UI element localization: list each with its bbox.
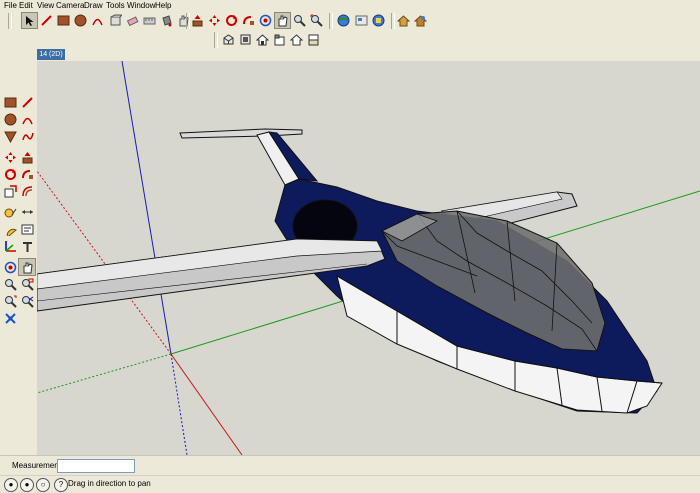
help-icon[interactable]: ? [54,478,68,492]
scene-tab[interactable]: 14 (2D) [37,49,65,60]
main-toolbar [0,11,700,32]
scale-icon[interactable] [2,183,18,199]
move-icon[interactable] [2,149,18,165]
push-pull-icon[interactable] [190,13,205,28]
circle-icon[interactable] [73,13,88,28]
position-camera-icon[interactable] [2,310,18,326]
top-view-icon[interactable] [238,32,253,47]
menu-camera[interactable]: Camera [56,0,84,11]
zoom-icon[interactable] [2,276,18,292]
toolbar-separator [214,32,218,48]
toolbar-separator [391,13,395,29]
component-browser-icon[interactable] [354,13,369,28]
blue-axis-negative [170,353,188,455]
arc-icon[interactable] [90,13,105,28]
move-icon[interactable] [207,13,222,28]
menu-help[interactable]: Help [155,0,171,11]
text-icon[interactable] [19,221,35,237]
menu-bar: File Edit View Camera Draw Tools Window … [0,0,700,11]
rotate-icon[interactable] [2,166,18,182]
menu-file[interactable]: File [4,0,17,11]
large-tool-set [0,90,38,340]
gear-house-icon[interactable] [396,13,411,28]
orbit-icon[interactable] [258,13,273,28]
pan-icon[interactable] [18,258,36,276]
orbit-icon[interactable] [2,259,18,275]
blue-axis [121,61,172,355]
polygon-icon[interactable] [2,128,18,144]
component-icon[interactable] [108,13,123,28]
status-bar: ● ● ○ ? Drag in direction to pan [0,475,700,493]
iso-view-icon[interactable] [221,32,236,47]
line-icon[interactable] [19,94,35,110]
protractor-icon[interactable] [2,221,18,237]
left-view-icon[interactable] [306,32,321,47]
front-view-icon[interactable] [255,32,270,47]
push-pull-icon[interactable] [19,149,35,165]
zoom-window-icon[interactable] [19,276,35,292]
pan-icon[interactable] [274,12,291,29]
drawing-viewport[interactable] [37,61,700,455]
menu-view[interactable]: View [37,0,54,11]
arc-icon[interactable] [19,111,35,127]
offset-icon[interactable] [19,183,35,199]
toolbar-separator [329,13,333,29]
eraser-icon[interactable] [125,13,140,28]
menu-draw[interactable]: Draw [84,0,103,11]
zoom-extents-icon[interactable] [309,13,324,28]
circle-icon[interactable] [2,111,18,127]
warehouse-icon[interactable] [336,13,351,28]
menu-tools[interactable]: Tools [106,0,125,11]
toolbar-separator [8,13,12,29]
status-text: Drag in direction to pan [68,479,151,488]
zoom-extents-icon[interactable] [2,293,18,309]
follow-me-icon[interactable] [241,13,256,28]
previous-view-icon[interactable] [19,293,35,309]
menu-edit[interactable]: Edit [19,0,33,11]
green-axis-negative [37,353,172,394]
right-view-icon[interactable] [272,32,287,47]
menu-window[interactable]: Window [127,0,155,11]
measurements-bar: Measurements [0,455,700,476]
rectangle-icon[interactable] [2,94,18,110]
dimension-icon[interactable] [19,204,35,220]
zoom-icon[interactable] [292,13,307,28]
freehand-icon[interactable] [19,128,35,144]
rotate-icon[interactable] [224,13,239,28]
scene-tab-strip [0,49,700,61]
select-icon[interactable] [21,12,38,29]
share-model-icon[interactable] [371,13,386,28]
tape-measure-icon[interactable] [142,13,157,28]
red-axis [170,353,243,455]
follow-me-icon[interactable] [19,166,35,182]
measurements-input[interactable] [57,459,135,473]
horizontal-stabilizer [179,128,303,139]
paint-bucket-icon[interactable] [159,13,174,28]
model-canvas[interactable] [37,61,700,455]
pencil-icon[interactable] [39,13,54,28]
back-view-icon[interactable] [289,32,304,47]
geo-location-icon[interactable]: ● [4,478,18,492]
tape-measure-icon[interactable] [2,204,18,220]
3d-text-icon[interactable] [19,238,35,254]
user-icon[interactable]: ○ [36,478,50,492]
credits-icon[interactable]: ● [20,478,34,492]
axes-icon[interactable] [2,238,18,254]
vertical-tail [256,131,319,186]
rectangle-icon[interactable] [56,13,71,28]
views-toolbar [0,31,700,49]
get-photo-texture-icon[interactable] [413,13,428,28]
